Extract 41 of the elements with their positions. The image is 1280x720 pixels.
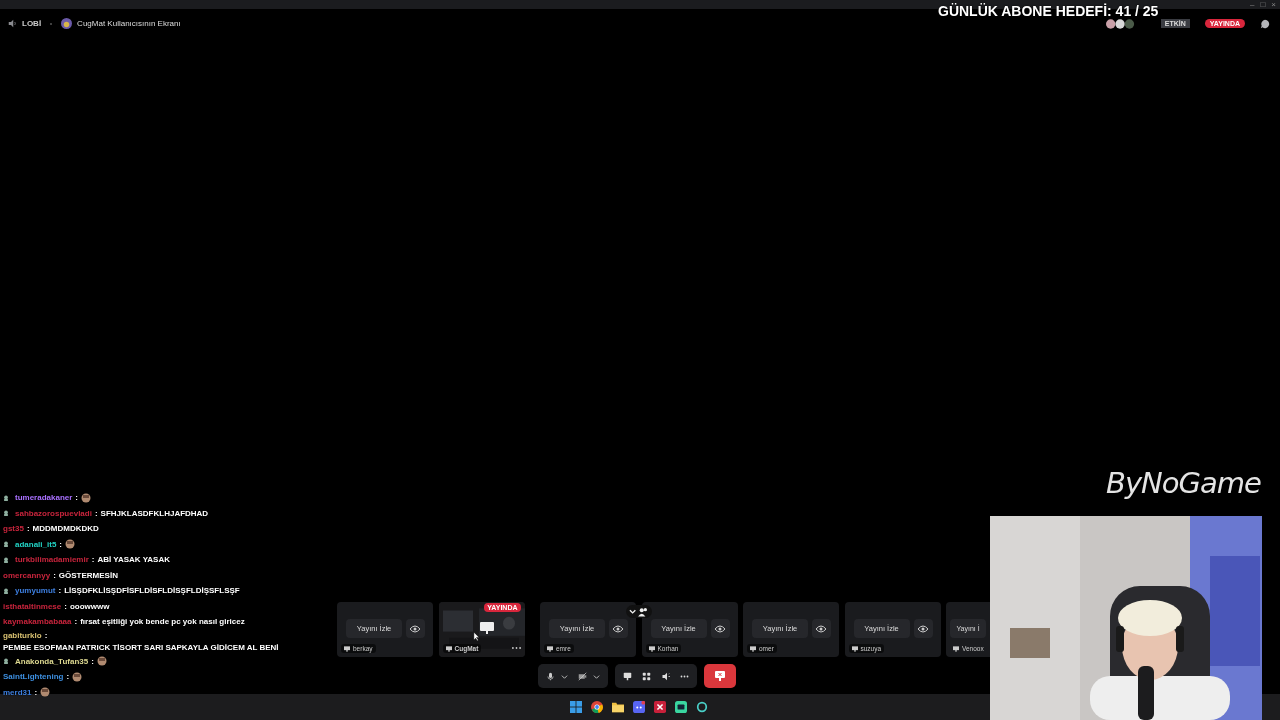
- chat-username: SaintLightening: [3, 671, 64, 683]
- chat-message: MDDMDMDKDKD: [32, 523, 99, 535]
- colon-separator: :: [66, 671, 70, 683]
- chat-username: gst35: [3, 523, 24, 535]
- chat-username: isthataltinmese: [3, 600, 62, 613]
- chat-username: yumyumut: [15, 585, 56, 597]
- chat-username: sahbazorospuevladi: [15, 507, 92, 520]
- chat-message: ABİ YASAK YASAK: [97, 554, 170, 566]
- colon-separator: :: [59, 538, 63, 551]
- stream-title: CugMat Kullanıcısının Ekranı: [77, 19, 181, 28]
- chat-username: merd31: [3, 686, 32, 699]
- colon-separator: :: [64, 600, 67, 613]
- colon-separator: :: [34, 686, 38, 699]
- window-control[interactable]: –: [1250, 0, 1255, 9]
- subscriber-goal: GÜNLÜK ABONE HEDEFİ: 41 / 25: [938, 3, 1159, 19]
- chat-username: adanali_it5: [15, 538, 57, 551]
- chat-message: LİSŞDFKLİSŞDFİSFLDİSFLDİSŞFLDİŞSFLSŞF: [64, 585, 240, 597]
- colon-separator: :: [44, 629, 48, 642]
- colon-separator: :: [94, 507, 98, 520]
- colon-separator: :: [74, 616, 78, 628]
- chat-message: ooowwww: [69, 600, 110, 613]
- colon-separator: :: [26, 523, 30, 535]
- chat-message: fırsat eşitliği yok bende pc yok nasıl giricez: [80, 616, 245, 628]
- window-control[interactable]: ×: [1271, 0, 1276, 9]
- chat-username: tumeradakaner: [15, 492, 73, 504]
- colon-separator: :: [53, 569, 56, 582]
- channel-name[interactable]: LOBİ: [22, 19, 42, 28]
- chat-username: turkbilimadamiemir: [15, 554, 89, 566]
- chat-username: gabiturklo: [3, 629, 42, 642]
- chat-username: kaymakambabaaa: [3, 616, 72, 628]
- chat-message: PEMBE ESOFMAN PATRICK TİSORT SARI SAPKAYLA GİDİCEM AL BENİ: [3, 641, 279, 654]
- channel-logo: ByNoGame: [1106, 466, 1261, 500]
- chat-username: Anakonda_Tufan35: [15, 655, 89, 668]
- chat-message: SFHJKLASDFKLHJAFDHAD: [100, 507, 209, 520]
- chat-message: GÖSTERMESİN: [58, 569, 118, 582]
- colon-separator: :: [91, 554, 95, 566]
- colon-separator: :: [75, 492, 79, 504]
- colon-separator: :: [58, 585, 62, 597]
- colon-separator: :: [91, 655, 94, 668]
- chat-username: omercannyy: [3, 569, 51, 582]
- window-control[interactable]: □: [1260, 0, 1266, 9]
